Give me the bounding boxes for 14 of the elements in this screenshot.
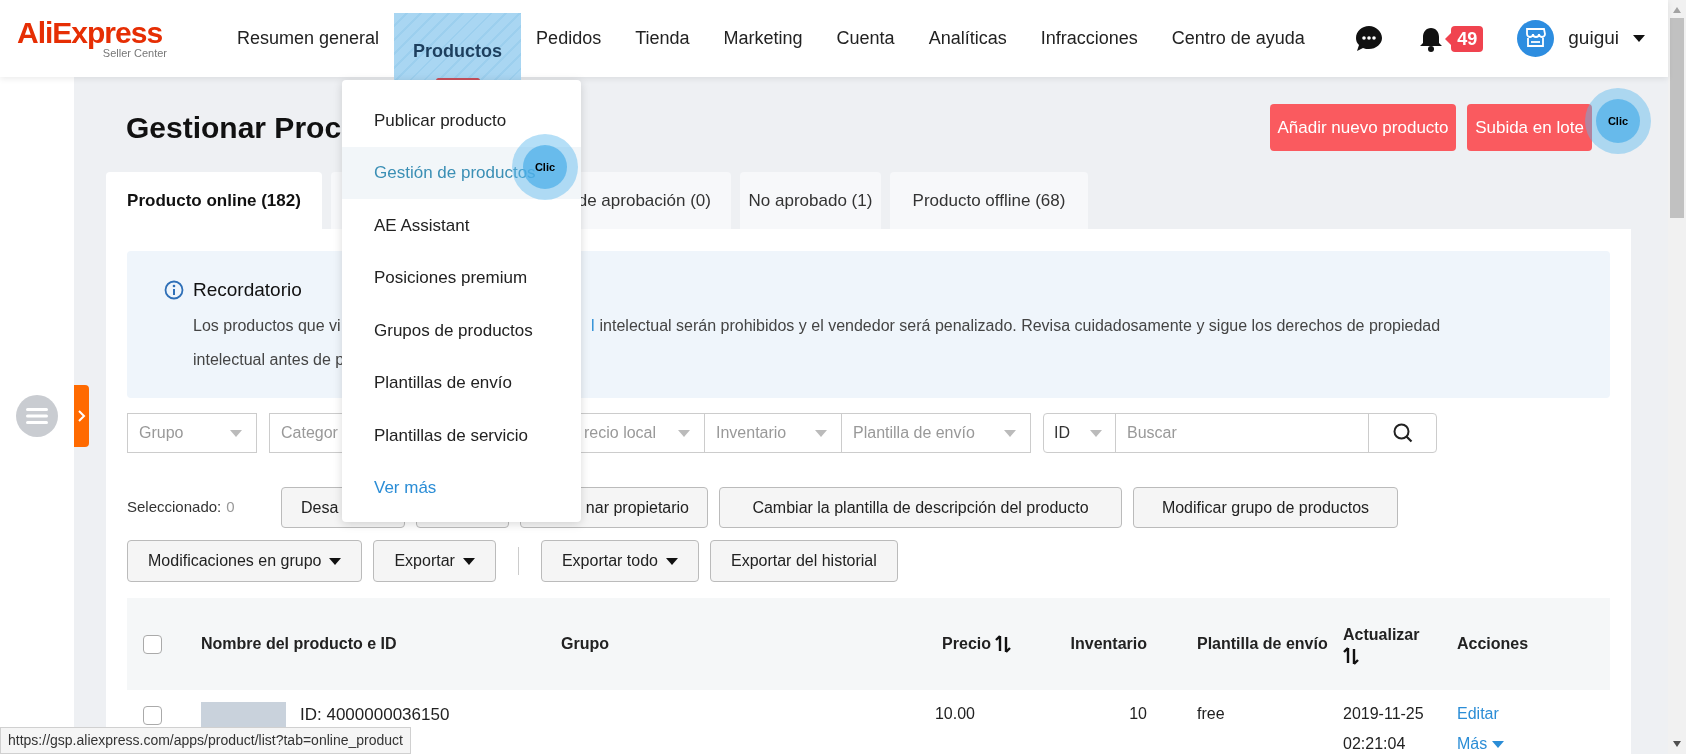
selected-count: 0 — [226, 497, 235, 518]
selected-label: Seleccionado: — [127, 497, 222, 518]
page-title: Gestionar Proc — [126, 110, 342, 146]
table-cell-text: 2019-11-25 — [1343, 704, 1424, 724]
click-indicator: Clic — [1585, 88, 1651, 154]
reminder-text: Los productos que vi — [193, 316, 341, 334]
reminder-title: Recordatorio — [193, 278, 302, 302]
table-cell-text: 10.00 — [934, 704, 975, 724]
table-cell-text: 10 — [1129, 704, 1147, 724]
table-cell-text: 02:21:04 — [1343, 734, 1406, 754]
table-cell: free — [1197, 705, 1225, 722]
reminder-text: intelectual serán prohibidos y el vendedor será penalizado. Revisa cuidadosamente y sigue los derechos de propiedad — [599, 315, 1441, 336]
product-id: ID: 4000000036150 — [300, 704, 450, 726]
status-url: https://gsp.aliexpress.com/apps/product/list?tab=online_product — [0, 727, 411, 754]
